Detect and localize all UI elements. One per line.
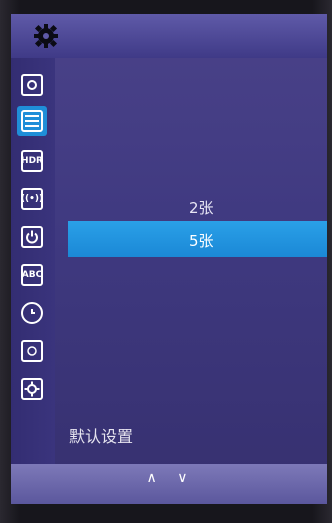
- option-2-shots[interactable]: 2张: [189, 197, 214, 218]
- sidebar-item-abc[interactable]: ABC: [17, 260, 47, 290]
- sidebar-item-broadcast[interactable]: ((•)): [17, 184, 47, 214]
- default-settings-label[interactable]: 默认设置: [69, 423, 133, 447]
- power-icon: [21, 226, 43, 248]
- sidebar-item-file[interactable]: [17, 336, 47, 366]
- device-frame: HDR ((•)) ABC 2张 5张 默认设置 ∧ ∨: [0, 0, 332, 523]
- settings-gear-icon: [31, 21, 61, 51]
- top-bar: [11, 14, 327, 58]
- sidebar-item-hdr[interactable]: HDR: [17, 146, 47, 176]
- camera-screen: HDR ((•)) ABC 2张 5张 默认设置 ∧ ∨: [11, 14, 327, 504]
- gear-icon: [21, 378, 43, 400]
- sidebar-item-clock[interactable]: [17, 298, 47, 328]
- option-5-shots[interactable]: 5张: [189, 230, 214, 251]
- clock-icon: [21, 302, 43, 324]
- broadcast-icon: ((•)): [21, 188, 43, 210]
- sidebar: HDR ((•)) ABC: [11, 58, 55, 464]
- sidebar-item-settings[interactable]: [17, 374, 47, 404]
- camera-icon: [21, 74, 43, 96]
- sidebar-item-power[interactable]: [17, 222, 47, 252]
- hdr-icon: HDR: [21, 150, 43, 172]
- abc-icon: ABC: [21, 264, 43, 286]
- gear-icon: [34, 24, 58, 48]
- file-icon: [21, 340, 43, 362]
- list-icon: [21, 110, 43, 132]
- nav-up-down-arrows[interactable]: ∧ ∨: [141, 470, 201, 486]
- sidebar-item-list[interactable]: [17, 106, 47, 136]
- sidebar-item-camera[interactable]: [17, 70, 47, 100]
